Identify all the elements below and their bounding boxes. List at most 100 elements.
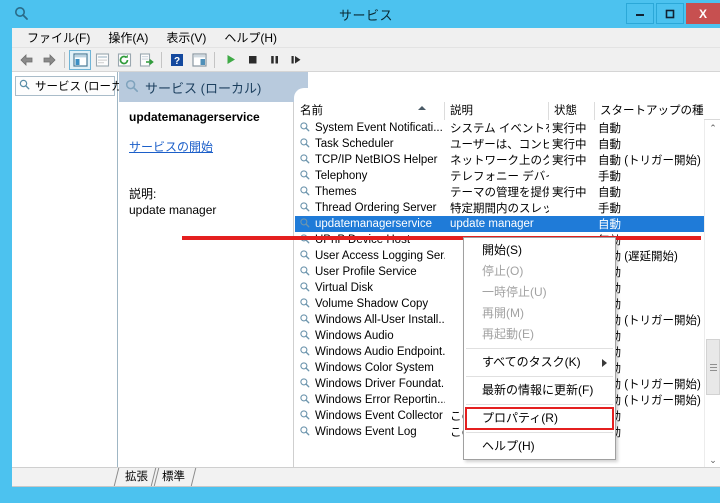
table-row[interactable]: updatemanagerservice update manager 自動 (295, 216, 704, 232)
ctx-refresh[interactable]: 最新の情報に更新(F) (464, 380, 615, 401)
table-row[interactable]: Thread Ordering Server 特定期間内のスレッド... 手動 (295, 200, 704, 216)
ctx-properties[interactable]: プロパティ(R) (465, 407, 614, 430)
service-name-label: Windows All-User Install... (315, 314, 445, 326)
menu-action[interactable]: 操作(A) (99, 27, 157, 48)
sidebar-item-services-local[interactable]: サービス (ローカル) (15, 76, 138, 96)
service-gear-icon (299, 329, 311, 344)
minimize-button[interactable] (626, 3, 654, 24)
cell-service-name: TCP/IP NetBIOS Helper (295, 153, 445, 168)
context-menu-item-label: ヘルプ(H) (482, 439, 535, 453)
service-name-label: Volume Shadow Copy (315, 298, 429, 310)
refresh-icon[interactable] (113, 50, 135, 70)
menu-view[interactable]: 表示(V) (157, 27, 215, 48)
table-row[interactable]: System Event Notificati... システム イベントを監...… (295, 120, 704, 136)
cell-startup-type: 自動 (598, 139, 621, 151)
column-header-name[interactable]: 名前 (295, 102, 445, 120)
sort-ascending-icon (418, 106, 426, 110)
service-gear-icon (299, 169, 311, 184)
detail-service-name: updatemanagerservice (129, 110, 260, 124)
detail-description-label: 説明: (129, 187, 157, 201)
cell-status: 実行中 (552, 155, 587, 167)
context-menu-item-label: すべてのタスク(K) (482, 355, 581, 369)
toolbar-separator (64, 51, 65, 68)
service-name-label: Telephony (315, 170, 368, 182)
context-menu-item-label: 一時停止(U) (482, 285, 547, 299)
service-name-label: Themes (315, 186, 357, 198)
context-menu-separator (466, 404, 613, 405)
forward-arrow-icon[interactable] (38, 50, 60, 70)
cell-startup-type: 自動 (トリガー開始) (598, 155, 701, 167)
service-name-label: Thread Ordering Server (315, 202, 437, 214)
vertical-scrollbar[interactable]: ⌃ ⌄ (704, 120, 720, 469)
ctx-all-tasks[interactable]: すべてのタスク(K) (464, 352, 615, 373)
stop-service-icon[interactable] (241, 50, 263, 70)
tab-standard[interactable]: 標準 (155, 468, 192, 486)
cell-service-name: System Event Notificati... (295, 121, 445, 136)
column-header-startup-type[interactable]: スタートアップの種類 (595, 102, 704, 120)
pane-header: サービス (ローカル) (119, 72, 720, 106)
properties-icon[interactable] (91, 50, 113, 70)
service-name-label: User Access Logging Ser... (315, 250, 445, 262)
service-gear-icon (299, 153, 311, 168)
ctx-help[interactable]: ヘルプ(H) (464, 436, 615, 457)
maximize-button[interactable] (656, 3, 684, 24)
cell-description: 特定期間内のスレッド... (450, 203, 549, 215)
restart-service-icon[interactable] (285, 50, 307, 70)
show-action-pane-icon[interactable] (188, 50, 210, 70)
cell-startup-type: 自動 (598, 187, 621, 199)
service-name-label: Windows Event Collector (315, 410, 443, 422)
cell-service-name: User Access Logging Ser... (295, 249, 445, 264)
service-name-label: Windows Audio Endpoint... (315, 346, 445, 358)
cell-service-name: Windows Driver Foundat... (295, 377, 445, 392)
service-name-label: User Profile Service (315, 266, 417, 278)
help-icon[interactable]: ? (166, 50, 188, 70)
close-button[interactable]: X (686, 3, 720, 24)
table-row[interactable]: Telephony テレフォニー デバイス... 手動 (295, 168, 704, 184)
cell-service-name: Telephony (295, 169, 445, 184)
scroll-up-button[interactable]: ⌃ (705, 120, 720, 137)
title-bar: サービス X (6, 0, 720, 28)
ctx-pause: 一時停止(U) (464, 282, 615, 303)
context-menu-separator (466, 376, 613, 377)
tab-extended[interactable]: 拡張 (118, 468, 155, 486)
ctx-start[interactable]: 開始(S) (464, 240, 615, 261)
service-name-label: Windows Driver Foundat... (315, 378, 445, 390)
service-name-label: Windows Audio (315, 330, 394, 342)
cell-service-name: Windows Event Collector (295, 409, 445, 424)
cell-service-name: Task Scheduler (295, 137, 445, 152)
cell-service-name: Volume Shadow Copy (295, 297, 445, 312)
pane-header-right (294, 72, 720, 106)
vertical-scrollbar-thumb[interactable] (706, 339, 720, 395)
ctx-resume: 再開(M) (464, 303, 615, 324)
table-row[interactable]: Task Scheduler ユーザーは、コンピュー...実行中自動 (295, 136, 704, 152)
table-row[interactable]: Themes テーマの管理を提供...実行中自動 (295, 184, 704, 200)
service-gear-icon (299, 121, 311, 136)
export-list-icon[interactable] (135, 50, 157, 70)
cell-startup-type: 自動 (598, 123, 621, 135)
services-window: サービス X ファイル(F) 操作(A) 表示(V) ヘルプ(H) ? サービス… (0, 0, 720, 503)
column-header-status[interactable]: 状態 (549, 102, 595, 120)
menu-help[interactable]: ヘルプ(H) (215, 27, 286, 48)
toolbar-separator-3 (214, 51, 215, 68)
context-menu-item-label: 開始(S) (482, 243, 522, 257)
service-gear-icon (299, 425, 311, 440)
window-controls: X (624, 3, 720, 25)
svg-text:?: ? (174, 56, 180, 67)
cell-description: update manager (450, 218, 534, 230)
show-hide-tree-icon[interactable] (69, 49, 91, 70)
cell-service-name: Virtual Disk (295, 281, 445, 296)
column-header-description[interactable]: 説明 (445, 102, 549, 120)
cell-startup-type: 手動 (598, 171, 621, 183)
pause-service-icon[interactable] (263, 50, 285, 70)
start-service-icon[interactable] (219, 50, 241, 70)
context-menu-separator (466, 348, 613, 349)
back-arrow-icon[interactable] (16, 50, 38, 70)
service-gear-icon (299, 201, 311, 216)
table-row[interactable]: TCP/IP NetBIOS Helper ネットワーク上のクライ...実行中自動… (295, 152, 704, 168)
services-icon (125, 79, 140, 94)
context-menu-item-label: 停止(O) (482, 264, 524, 278)
tab-bar-divider (12, 486, 720, 487)
service-gear-icon (299, 233, 311, 248)
start-service-link[interactable]: サービスの開始 (129, 138, 213, 155)
menu-file[interactable]: ファイル(F) (18, 27, 99, 48)
